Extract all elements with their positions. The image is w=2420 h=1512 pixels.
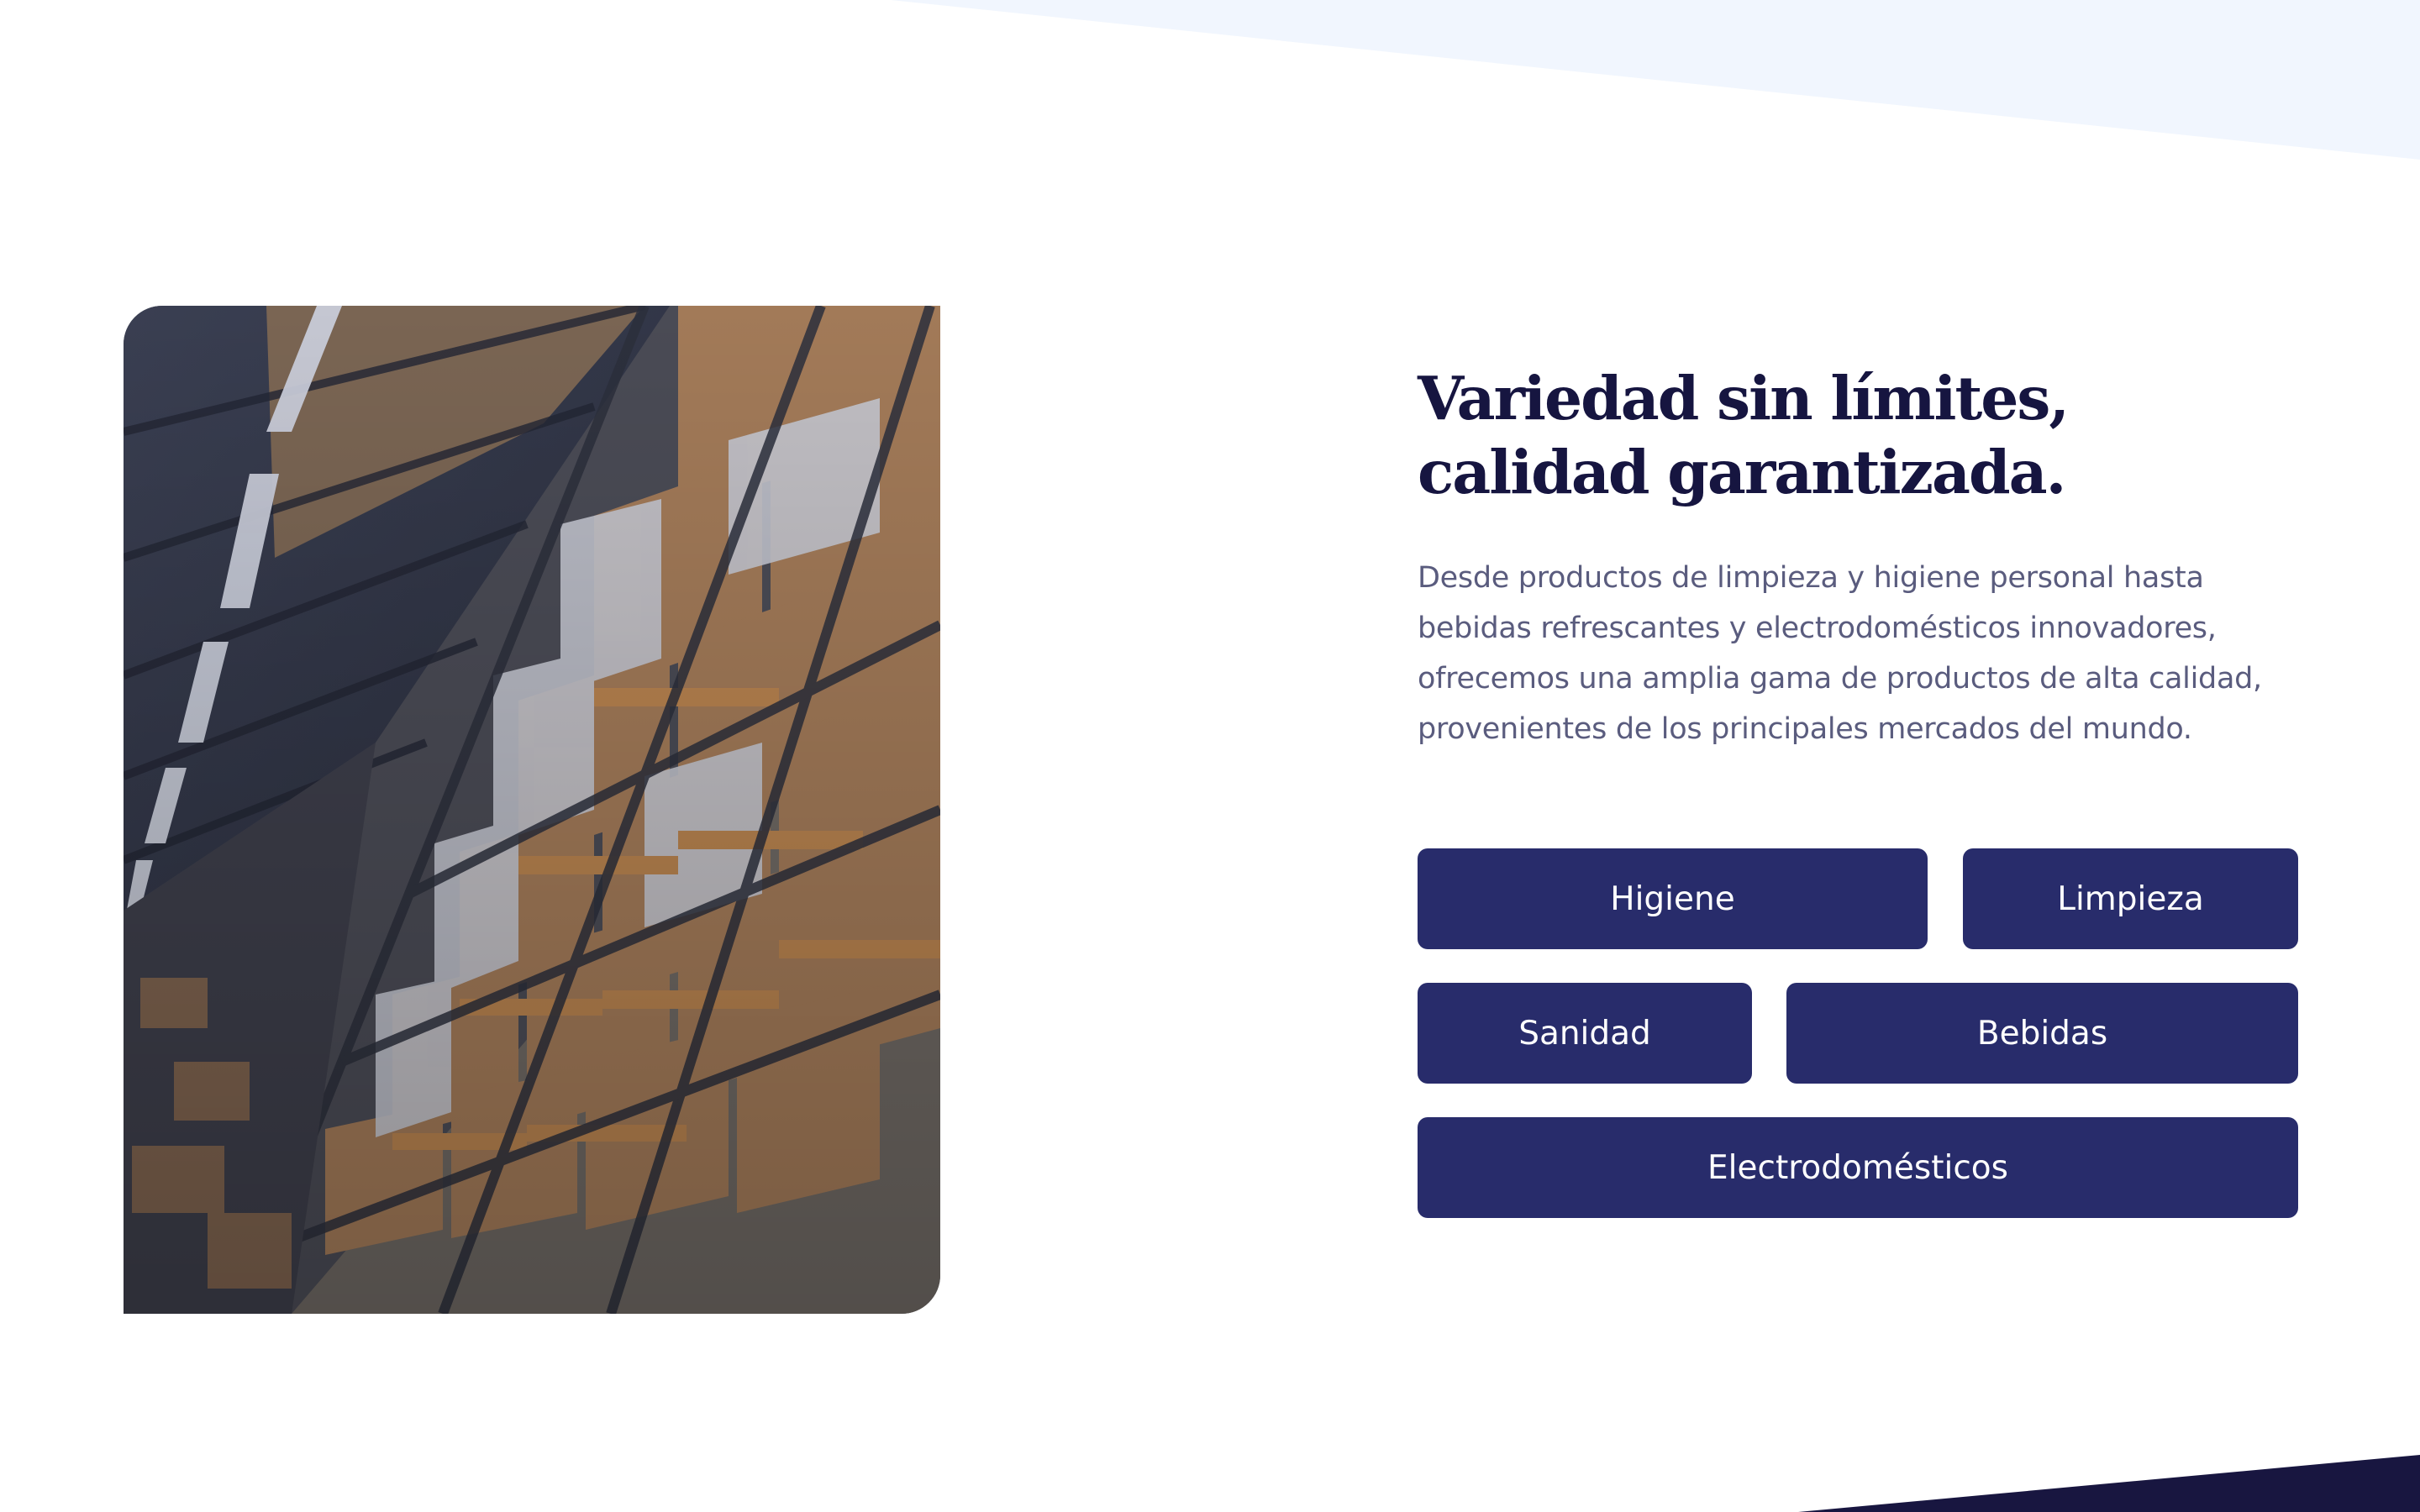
section-description: Desde productos de limpieza y higiene pe… [1418, 561, 2262, 746]
category-button-higiene[interactable]: Higiene [1418, 848, 1928, 949]
warehouse-photo [124, 306, 940, 1314]
section-title: Variedad sin límites, calidad garantizad… [1418, 361, 2298, 509]
category-button-electrodomesticos[interactable]: Electrodomésticos [1418, 1117, 2298, 1218]
category-buttons: Higiene Limpieza Sanidad Bebidas Electro… [1418, 848, 2298, 1218]
section-title-line-1: Variedad sin límites, [1418, 363, 2070, 433]
content-column: Variedad sin límites, calidad garantizad… [1418, 361, 2298, 1218]
top-decorative-band [891, 0, 2420, 160]
category-button-sanidad[interactable]: Sanidad [1418, 983, 1752, 1084]
category-button-limpieza[interactable]: Limpieza [1963, 848, 2298, 949]
section-title-line-2: calidad garantizada. [1418, 437, 2066, 507]
bottom-decorative-band [1798, 1455, 2420, 1512]
category-button-bebidas[interactable]: Bebidas [1786, 983, 2298, 1084]
